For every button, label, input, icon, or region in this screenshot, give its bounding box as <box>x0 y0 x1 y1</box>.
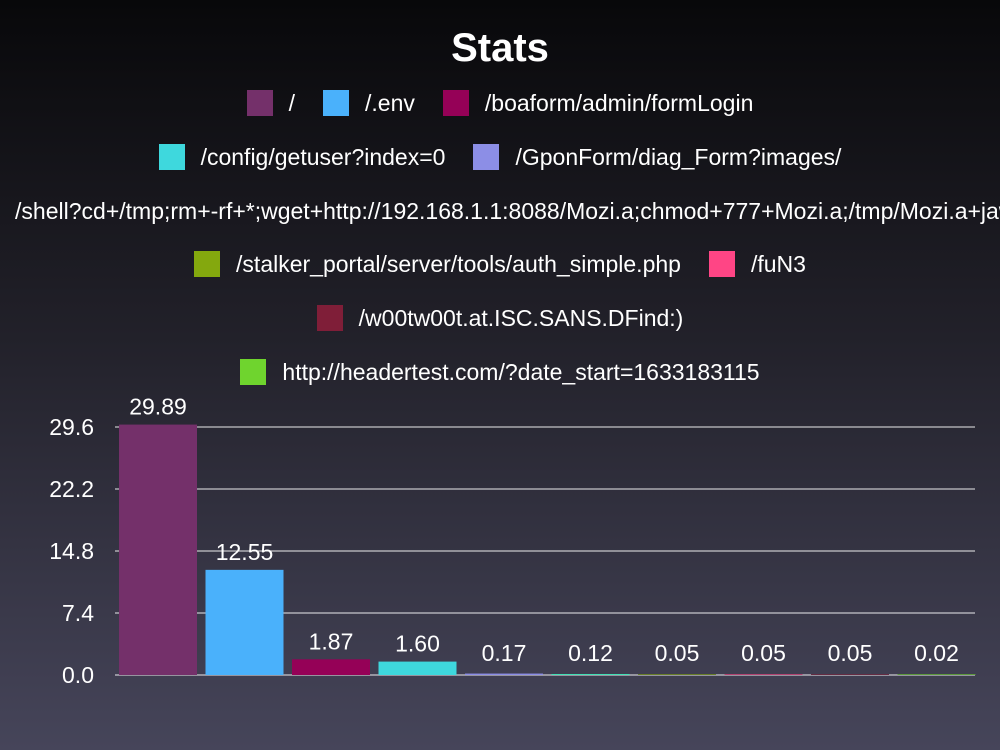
bar-value-label: 0.05 <box>741 640 786 666</box>
bar-value-label: 0.12 <box>568 640 613 666</box>
y-tick-label: 22.2 <box>49 476 94 502</box>
bar[interactable] <box>119 424 197 675</box>
y-tick-label: 7.4 <box>62 600 94 626</box>
bar[interactable] <box>465 673 543 675</box>
bar[interactable] <box>638 674 716 675</box>
bar-value-label: 1.60 <box>395 631 440 657</box>
bar-value-label: 0.05 <box>828 640 873 666</box>
bar[interactable] <box>292 659 370 675</box>
bar-value-label: 0.02 <box>914 640 959 666</box>
bar[interactable] <box>724 674 803 675</box>
bar-value-label: 0.05 <box>655 640 700 666</box>
bar[interactable] <box>551 673 630 675</box>
bar[interactable] <box>811 674 889 675</box>
bar-value-label: 12.55 <box>216 539 274 565</box>
y-tick-label: 29.6 <box>49 414 94 440</box>
y-tick-label: 0.0 <box>62 662 94 688</box>
bar[interactable] <box>897 674 976 675</box>
bar[interactable] <box>378 661 457 675</box>
bar-value-label: 29.89 <box>129 394 187 420</box>
bar[interactable] <box>205 569 284 675</box>
y-tick-label: 14.8 <box>49 538 94 564</box>
bar-value-label: 1.87 <box>309 628 354 654</box>
bar-chart: 0.0 7.4 14.8 22.2 29.6 29.89 12.55 1.87 1.60 0.17… <box>49 394 976 688</box>
bar-value-label: 0.17 <box>482 640 527 666</box>
